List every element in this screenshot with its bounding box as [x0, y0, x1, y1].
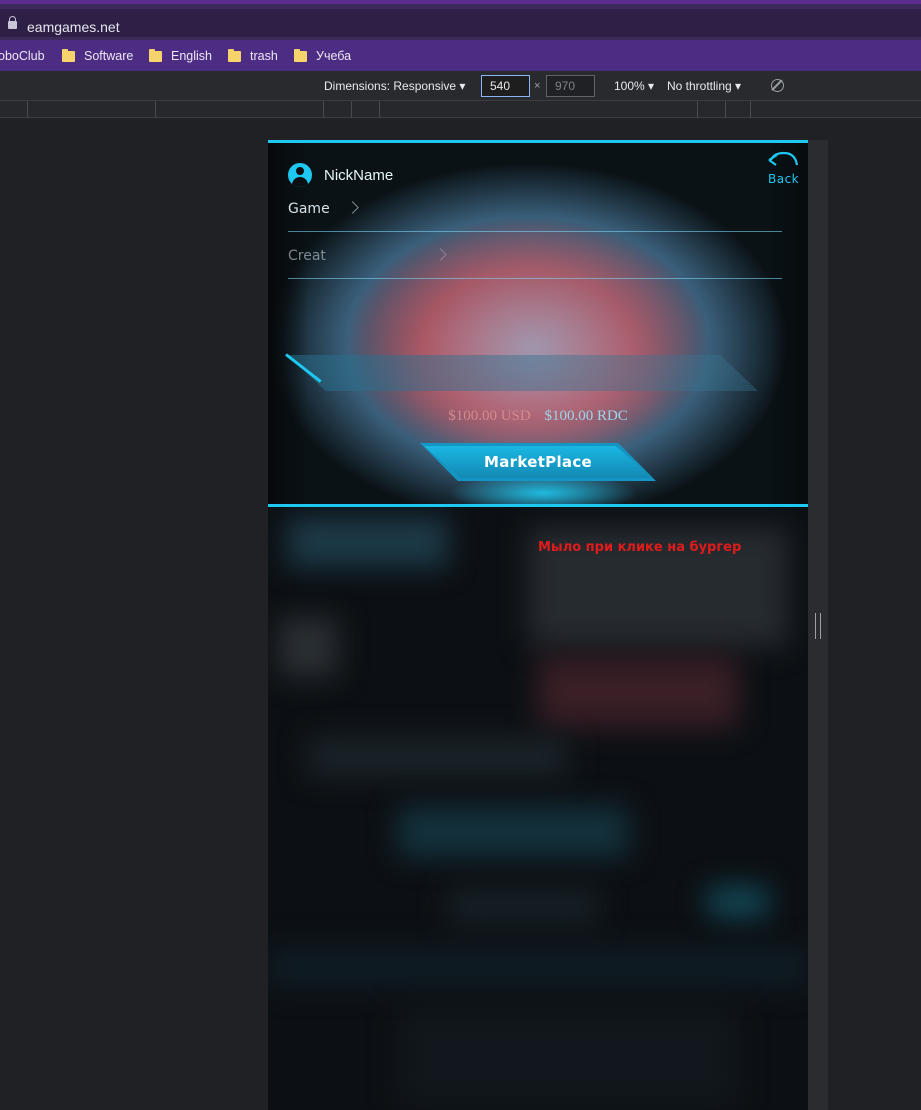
- menu-item-create[interactable]: Creat: [288, 248, 447, 264]
- blurred-block: [278, 617, 338, 677]
- chevron-right-icon: [345, 201, 359, 214]
- device-viewport: NickName Back Game Creat $100.00 USD $10…: [268, 140, 808, 1110]
- blurred-block: [708, 887, 768, 917]
- blurred-block: [268, 947, 808, 987]
- blurred-block: [308, 737, 568, 777]
- burger-menu-panel: NickName Back Game Creat $100.00 USD $10…: [268, 140, 808, 507]
- menu-divider: [288, 278, 782, 279]
- ruler-divider: [351, 101, 352, 118]
- ruler-divider: [697, 101, 698, 118]
- folder-icon: [228, 48, 241, 62]
- menu-shade-left: [268, 143, 308, 504]
- ruler-divider: [155, 101, 156, 118]
- blurred-block: [398, 807, 628, 857]
- chevron-down-icon: ▾: [459, 79, 466, 93]
- nickname[interactable]: NickName: [324, 167, 393, 184]
- ruler-divider: [750, 101, 751, 118]
- ruler-divider: [725, 101, 726, 118]
- menu-item-label: Game: [288, 201, 330, 217]
- folder-icon: [294, 48, 307, 62]
- address-field[interactable]: eamgames.net: [0, 9, 921, 37]
- bookmarks-bar: oboClub Software English trash Учеба: [0, 40, 921, 71]
- back-arrow-icon: [768, 151, 798, 166]
- zoom-dropdown[interactable]: 100% ▾: [614, 79, 654, 93]
- rotate-icon[interactable]: [771, 79, 784, 92]
- bookmark-roboclub[interactable]: oboClub: [0, 47, 45, 65]
- annotation-note: Мыло при клике на бургер: [538, 540, 742, 555]
- throttling-dropdown[interactable]: No throttling ▾: [667, 79, 741, 93]
- blurred-block: [398, 1007, 738, 1107]
- url-text[interactable]: eamgames.net: [27, 19, 120, 35]
- height-input[interactable]: 970: [546, 75, 595, 97]
- back-button[interactable]: Back: [765, 149, 805, 186]
- menu-item-game[interactable]: Game: [288, 201, 359, 217]
- marketplace-button[interactable]: MarketPlace: [420, 443, 656, 481]
- user-icon[interactable]: [288, 163, 312, 187]
- bookmark-label: oboClub: [0, 49, 45, 63]
- chevron-right-icon: [434, 248, 447, 261]
- chevron-down-icon: ▾: [735, 79, 742, 93]
- bookmark-label: Учеба: [316, 49, 352, 63]
- balance-row: $100.00 USD $100.00 RDC: [268, 408, 808, 425]
- back-label: Back: [768, 172, 800, 186]
- resize-handle[interactable]: [815, 613, 821, 639]
- menu-shade-right: [768, 143, 808, 504]
- blurred-block: [288, 517, 448, 567]
- bookmark-ucheba[interactable]: Учеба: [294, 47, 351, 65]
- throttling-label: No throttling: [667, 79, 732, 93]
- ruler-divider: [379, 101, 380, 118]
- ruler-divider: [27, 101, 28, 118]
- bookmark-software[interactable]: Software: [62, 47, 133, 65]
- folder-icon: [149, 48, 162, 62]
- marketplace-label: MarketPlace: [484, 453, 592, 471]
- times-sign: ×: [534, 80, 541, 92]
- folder-icon: [62, 48, 75, 62]
- zoom-label: 100%: [614, 79, 645, 93]
- bookmark-label: Software: [84, 49, 134, 63]
- width-input[interactable]: 540: [481, 75, 530, 97]
- bookmark-label: English: [171, 49, 212, 63]
- blurred-block: [538, 657, 738, 727]
- blurred-block: [448, 887, 598, 927]
- chevron-down-icon: ▾: [648, 79, 655, 93]
- bookmark-trash[interactable]: trash: [228, 47, 278, 65]
- balance-banner: [288, 355, 758, 391]
- bookmark-label: trash: [250, 49, 278, 63]
- dimensions-dropdown[interactable]: Dimensions: Responsive ▾: [324, 79, 465, 93]
- balance-usd: $100.00 USD: [448, 408, 531, 424]
- balance-rdc: $100.00 RDC: [544, 408, 628, 424]
- menu-divider: [288, 231, 782, 232]
- dimensions-label: Dimensions: Responsive: [324, 79, 457, 93]
- address-bar: eamgames.net: [0, 4, 921, 40]
- media-query-bar[interactable]: [0, 101, 921, 118]
- blurred-page-content: [268, 507, 808, 1110]
- lock-icon: [8, 16, 17, 29]
- bookmark-english[interactable]: English: [149, 47, 212, 65]
- device-toolbar: Dimensions: Responsive ▾ 540 × 970 100% …: [0, 71, 921, 101]
- menu-item-label: Creat: [288, 248, 326, 264]
- ruler-divider: [323, 101, 324, 118]
